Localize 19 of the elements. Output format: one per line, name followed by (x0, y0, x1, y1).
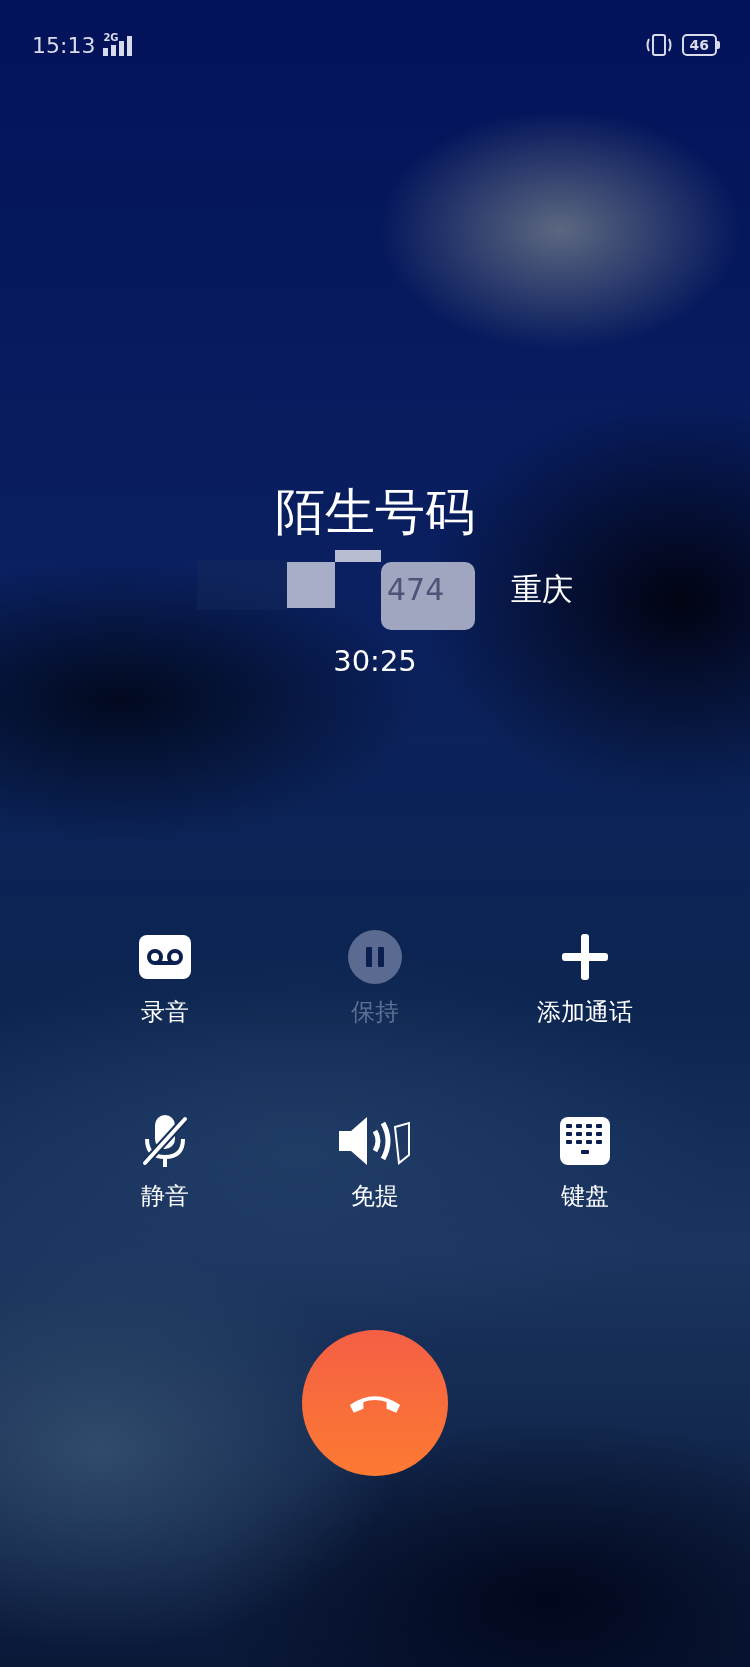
speaker-icon (337, 1115, 413, 1167)
call-control-button[interactable]: 录音 (60, 928, 270, 1028)
call-control-button[interactable]: 添加通话 (480, 928, 690, 1028)
caller-name: 陌生号码 (275, 482, 475, 543)
network-type: 2G (103, 31, 119, 43)
call-duration: 30:25 (333, 644, 417, 678)
call-control-button[interactable]: 免提 (270, 1112, 480, 1212)
signal-icon (103, 34, 134, 56)
voicemail-icon (137, 933, 193, 981)
plus-icon (560, 932, 610, 982)
status-time: 15:13 (32, 32, 96, 58)
call-control-button[interactable]: 键盘 (480, 1112, 690, 1212)
muted-microphone-icon (141, 1113, 189, 1169)
battery-level: 46 (681, 34, 717, 56)
caller-location: 重庆 (511, 570, 573, 609)
caller-number: 474 (386, 572, 445, 607)
pause-icon (347, 929, 403, 985)
call-control-button[interactable]: 静音 (60, 1112, 270, 1212)
keypad-icon (559, 1116, 611, 1166)
